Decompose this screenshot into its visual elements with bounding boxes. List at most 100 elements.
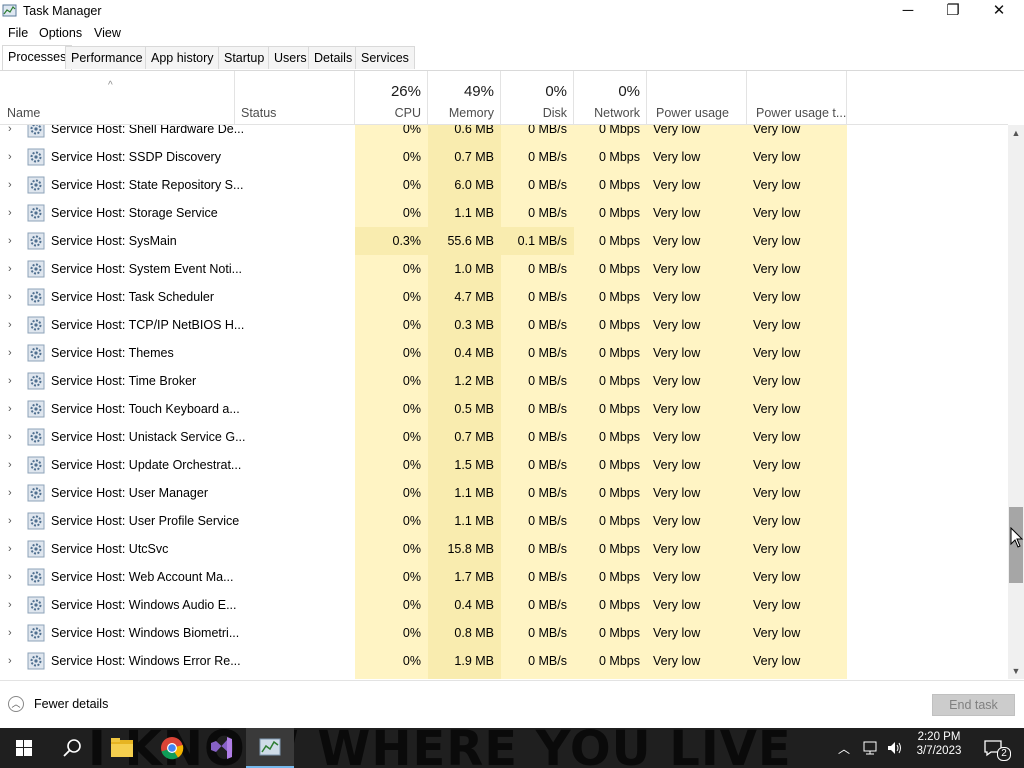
process-row[interactable]: › Service Host: SysMain 0.3% 55.6 MB 0.1 MB/… [0,227,1008,255]
expand-chevron-icon[interactable]: › [8,125,12,143]
service-gear-icon [27,624,45,642]
cpu-total-percent: 26% [390,83,421,100]
vertical-scrollbar[interactable]: ▲ ▼ [1008,125,1024,679]
process-row[interactable]: › Service Host: System Event Noti... 0% 1.0… [0,255,1008,283]
process-row[interactable]: › Service Host: Windows Audio E... 0% 0.4 M… [0,591,1008,619]
expand-chevron-icon[interactable]: › [8,423,12,451]
menu-file[interactable]: File [8,26,28,40]
maximize-button[interactable]: ❐ [930,0,976,24]
cell-cpu: 0% [402,514,421,528]
process-row[interactable]: › Service Host: UtcSvc 0% 15.8 MB 0 MB/s 0 Mb… [0,535,1008,563]
visual-studio-icon[interactable] [197,728,245,768]
cell-network: 0 Mbps [599,290,640,304]
chrome-icon[interactable] [148,728,196,768]
expand-chevron-icon[interactable]: › [8,255,12,283]
service-gear-icon [27,400,45,418]
expand-chevron-icon[interactable]: › [8,591,12,619]
expand-chevron-icon[interactable]: › [8,451,12,479]
process-row[interactable]: › Service Host: User Profile Service 0% 1.1… [0,507,1008,535]
expand-chevron-icon[interactable]: › [8,563,12,591]
scroll-up-arrow-icon[interactable]: ▲ [1008,125,1024,141]
process-name: Service Host: Time Broker [51,374,197,388]
expand-chevron-icon[interactable]: › [8,227,12,255]
menu-view[interactable]: View [94,26,121,40]
column-header-memory[interactable]: 49% Memory [428,71,501,124]
menu-bar: File Options View [0,24,1024,44]
process-row[interactable]: › Service Host: SSDP Discovery 0% 0.7 MB 0 M… [0,143,1008,171]
column-header-network[interactable]: 0% Network [574,71,647,124]
expand-chevron-icon[interactable]: › [8,283,12,311]
tab-performance[interactable]: Performance [65,46,149,69]
search-icon[interactable] [48,728,96,768]
process-row[interactable]: › Service Host: Update Orchestrat... 0% 1.5… [0,451,1008,479]
cell-memory: 1.1 MB [454,486,494,500]
expand-chevron-icon[interactable]: › [8,143,12,171]
column-header-power-usage-trend[interactable]: Power usage t... [747,71,847,124]
process-row[interactable]: › Service Host: TCP/IP NetBIOS H... 0% 0.3 … [0,311,1008,339]
cell-network: 0 Mbps [599,486,640,500]
process-row[interactable]: › Service Host: Task Scheduler 0% 4.7 MB 0 M… [0,283,1008,311]
end-task-button[interactable]: End task [932,694,1015,716]
expand-chevron-icon[interactable]: › [8,339,12,367]
expand-chevron-icon[interactable]: › [8,479,12,507]
cell-network: 0 Mbps [599,542,640,556]
tab-processes[interactable]: Processes [2,45,73,70]
disk-total-percent: 0% [545,83,567,100]
volume-icon[interactable] [886,740,904,756]
column-header-power-usage[interactable]: Power usage [647,71,747,124]
fewer-details-link[interactable]: Fewer details [34,697,108,711]
cell-network: 0 Mbps [599,346,640,360]
cell-network: 0 Mbps [599,234,640,248]
tab-details[interactable]: Details [308,46,359,69]
process-row[interactable]: › Service Host: Themes 0% 0.4 MB 0 MB/s 0 Mbp… [0,339,1008,367]
process-row[interactable]: › Service Host: User Manager 0% 1.1 MB 0 MB/… [0,479,1008,507]
action-center-button[interactable]: 2 [980,728,1024,768]
process-row[interactable]: › Service Host: Touch Keyboard a... 0% 0.5 … [0,395,1008,423]
clock-date: 3/7/2023 [916,745,962,757]
show-hidden-icons-chevron-icon[interactable]: ︿ [838,740,850,757]
column-header-cpu[interactable]: 26% CPU [355,71,428,124]
tab-services[interactable]: Services [355,46,415,69]
network-icon[interactable] [862,740,880,756]
chevron-up-circle-icon[interactable]: ︿ [8,696,24,712]
process-row[interactable]: › Service Host: Shell Hardware De... 0% 0.6… [0,125,1008,143]
expand-chevron-icon[interactable]: › [8,647,12,675]
cell-memory: 0.4 MB [454,598,494,612]
task-manager-app-icon [2,4,17,17]
cell-memory: 1.2 MB [454,374,494,388]
process-row[interactable]: › Service Host: Windows Error Re... 0% 1.9 … [0,647,1008,675]
clock[interactable]: 2:20 PM 3/7/2023 [906,731,972,757]
task-manager-taskbar-button[interactable] [246,728,294,768]
expand-chevron-icon[interactable]: › [8,619,12,647]
tab-app-history[interactable]: App history [145,46,220,69]
expand-chevron-icon[interactable]: › [8,535,12,563]
cell-memory: 0.6 MB [454,125,494,136]
cell-network: 0 Mbps [599,598,640,612]
process-row[interactable]: › Service Host: Storage Service 0% 1.1 MB 0 … [0,199,1008,227]
minimize-button[interactable]: ─ [885,0,931,24]
column-header-disk[interactable]: 0% Disk [501,71,574,124]
process-row[interactable]: › Service Host: Web Account Ma... 0% 1.7 MB… [0,563,1008,591]
windows-start-icon[interactable] [0,728,48,768]
tab-startup[interactable]: Startup [218,46,271,69]
menu-options[interactable]: Options [39,26,82,40]
process-row[interactable]: › Service Host: Windows Biometri... 0% 0.8 … [0,619,1008,647]
expand-chevron-icon[interactable]: › [8,367,12,395]
column-header-name[interactable]: ^ Name [0,71,235,124]
tab-users[interactable]: Users [268,46,313,69]
process-row[interactable]: › Service Host: Unistack Service G... 0% 0.… [0,423,1008,451]
expand-chevron-icon[interactable]: › [8,171,12,199]
file-explorer-icon[interactable] [98,728,146,768]
expand-chevron-icon[interactable]: › [8,199,12,227]
cell-power-trend: Very low [753,626,801,640]
close-button[interactable]: ✕ [976,0,1022,24]
process-row[interactable]: › Service Host: Time Broker 0% 1.2 MB 0 MB/s… [0,367,1008,395]
scroll-down-arrow-icon[interactable]: ▼ [1008,663,1024,679]
cell-disk: 0 MB/s [528,626,567,640]
expand-chevron-icon[interactable]: › [8,507,12,535]
column-header-status[interactable]: Status [235,71,355,124]
expand-chevron-icon[interactable]: › [8,311,12,339]
expand-chevron-icon[interactable]: › [8,395,12,423]
process-row[interactable]: › Service Host: State Repository S... 0% 6.… [0,171,1008,199]
cell-power: Very low [653,430,701,444]
